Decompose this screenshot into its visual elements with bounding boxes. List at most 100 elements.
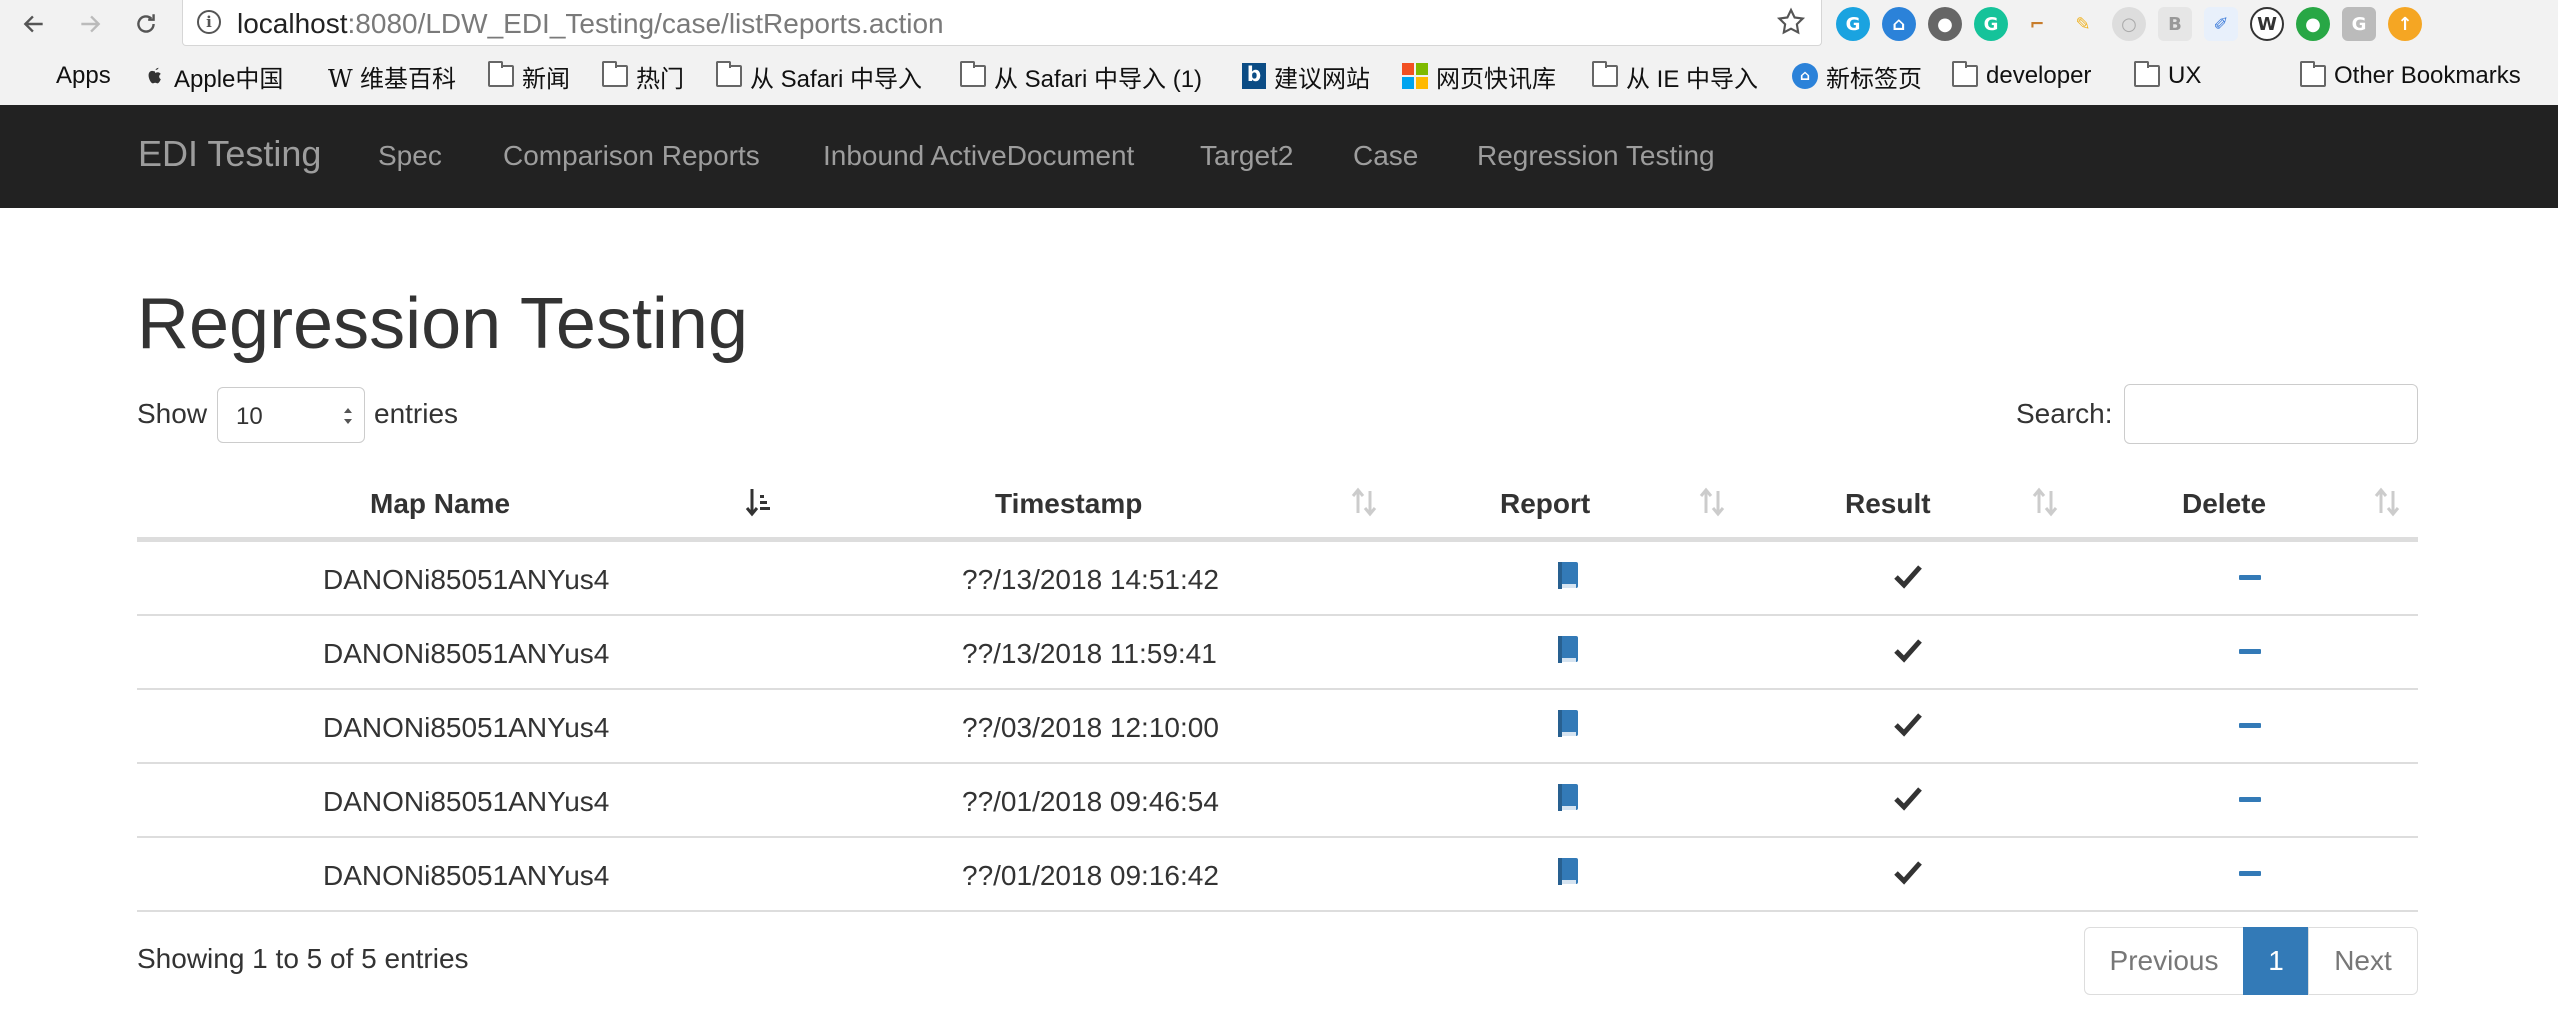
reload-button[interactable] [126,4,166,44]
grammarly-green-icon[interactable]: G [1974,7,2008,41]
sort-both-icon[interactable] [1697,485,1727,519]
bookmark-ie-import[interactable]: 从 IE 中导入 [1592,56,1758,96]
green-dot-extension-icon[interactable]: ● [2296,7,2330,41]
bookmark-star-icon[interactable] [1775,6,1807,38]
table-info: Showing 1 to 5 of 5 entries [137,943,469,974]
w-extension-icon[interactable]: W [2250,7,2284,41]
sort-both-icon[interactable] [2030,485,2060,519]
bookmark-new-tab[interactable]: ⌂ 新标签页 [1792,56,1922,96]
column-header-timestamp[interactable]: Timestamp [995,488,1142,520]
bookmark-label: Apple中国 [174,65,284,93]
bookmark-label: 从 Safari 中导入 (1) [994,65,1203,93]
sort-ascending-icon[interactable] [744,485,774,519]
page-size-select[interactable]: 10 [217,387,365,443]
circle-extension-icon[interactable]: ○ [2112,7,2146,41]
nav-link-spec[interactable]: Spec [378,140,442,172]
bookmark-ux[interactable]: UX [2134,56,2201,96]
reload-icon [137,14,155,33]
column-header-result[interactable]: Result [1845,488,1931,520]
url-bar[interactable]: i localhost:8080/LDW_EDI_Testing/case/li… [182,0,1822,46]
sort-both-icon[interactable] [2372,485,2402,519]
sort-both-icon[interactable] [1349,485,1379,519]
url-text[interactable]: localhost:8080/LDW_EDI_Testing/case/list… [237,8,944,40]
minus-icon[interactable] [2239,871,2261,876]
column-header-report[interactable]: Report [1500,488,1590,520]
column-header-map-name[interactable]: Map Name [370,488,510,520]
nav-link-case[interactable]: Case [1353,140,1418,172]
bookmark-wikipedia[interactable]: W 维基百科 [328,56,456,96]
search-input[interactable] [2124,384,2418,444]
column-header-delete[interactable]: Delete [2182,488,2266,520]
update-extension-icon[interactable]: ↑ [2388,7,2422,41]
windows-icon [1402,63,1428,89]
book-icon[interactable] [1556,635,1580,665]
pencil-extension-icon[interactable]: ✎ [2066,7,2100,41]
url-host: localhost [237,8,348,39]
check-icon [1894,787,1922,811]
page-size-value: 10 [236,403,263,430]
b-extension-icon[interactable]: B [2158,7,2192,41]
bookmark-apple[interactable]: Apple中国 [144,56,283,96]
edit-extension-icon[interactable]: ✐ [2204,7,2238,41]
navbar-brand[interactable]: EDI Testing [138,133,321,175]
cell-map-name: DANONi85051ANYus4 [323,712,610,743]
folder-icon [960,61,986,87]
address-bar-row: i localhost:8080/LDW_EDI_Testing/case/li… [0,0,2558,48]
book-icon[interactable] [1556,561,1580,591]
baidu-icon: ⌂ [1792,63,1818,89]
nav-link-target2[interactable]: Target2 [1200,140,1293,172]
bookmark-developer[interactable]: developer [1952,56,2091,96]
back-arrow-icon [23,15,43,33]
nav-link-inbound-activedocument[interactable]: Inbound ActiveDocument [823,140,1134,172]
bookmark-hot[interactable]: 热门 [602,56,684,96]
bracket-extension-icon[interactable]: ⌐ [2020,7,2054,41]
back-button[interactable] [14,4,54,44]
bookmark-news[interactable]: 新闻 [488,56,570,96]
nav-link-regression-testing[interactable]: Regression Testing [1477,140,1715,172]
check-icon [1894,565,1922,589]
minus-icon[interactable] [2239,575,2261,580]
bookmark-safari-import[interactable]: 从 Safari 中导入 [716,56,922,96]
apple-icon [148,67,161,84]
site-info-icon[interactable]: i [197,10,221,34]
wikipedia-icon: W [328,65,353,93]
pagination-next[interactable]: Next [2308,927,2418,995]
cell-map-name: DANONi85051ANYus4 [323,564,610,595]
bookmark-apps[interactable]: Apps [22,56,111,96]
bookmark-label: developer [1986,62,2092,89]
gray-shell-icon[interactable]: ● [1928,7,1962,41]
bookmark-safari-import-1[interactable]: 从 Safari 中导入 (1) [960,56,1202,96]
minus-icon[interactable] [2239,797,2261,802]
bookmark-label: Other Bookmarks [2334,62,2521,89]
table-row: DANONi85051ANYus4 ??/13/2018 14:51:42 [137,542,2418,616]
grammarly-blue-icon[interactable]: G [1836,7,1870,41]
nav-link-comparison-reports[interactable]: Comparison Reports [503,140,760,172]
table-row: DANONi85051ANYus4 ??/03/2018 12:10:00 [137,690,2418,764]
minus-icon[interactable] [2239,649,2261,654]
folder-icon [2300,61,2326,87]
book-icon[interactable] [1556,783,1580,813]
select-arrows-icon [344,408,352,424]
cell-timestamp: ??/13/2018 14:51:42 [962,564,1219,595]
folder-icon [1592,61,1618,87]
g-extension-icon[interactable]: G [2342,7,2376,41]
bookmark-label: 维基百科 [360,65,456,93]
check-icon [1894,861,1922,885]
book-icon[interactable] [1556,709,1580,739]
pagination-previous[interactable]: Previous [2084,927,2244,995]
bookmark-other[interactable]: Other Bookmarks [2300,56,2521,96]
forward-arrow-icon [81,15,101,33]
forward-button[interactable] [70,4,110,44]
bookmark-suggested-sites[interactable]: b 建议网站 [1242,56,1370,96]
bank-extension-icon[interactable]: ⌂ [1882,7,1916,41]
table-row: DANONi85051ANYus4 ??/01/2018 09:16:42 [137,838,2418,912]
minus-icon[interactable] [2239,723,2261,728]
cell-map-name: DANONi85051ANYus4 [323,786,610,817]
cell-map-name: DANONi85051ANYus4 [323,860,610,891]
book-icon[interactable] [1556,857,1580,887]
bookmark-web-slices[interactable]: 网页快讯库 [1402,56,1556,96]
bing-icon: b [1242,63,1266,89]
browser-chrome: i localhost:8080/LDW_EDI_Testing/case/li… [0,0,2558,141]
bookmark-label: 从 Safari 中导入 [750,65,923,93]
pagination-page-1[interactable]: 1 [2243,927,2309,995]
